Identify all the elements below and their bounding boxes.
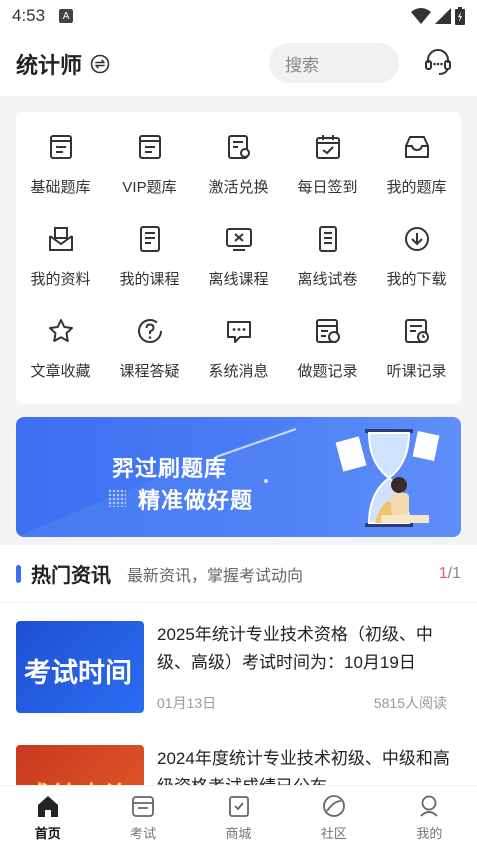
signal-icon — [435, 8, 451, 24]
listen-record-icon — [404, 319, 429, 343]
news-page-total: /1 — [447, 565, 461, 582]
status-time: 4:53 — [12, 6, 46, 25]
activate-icon — [227, 135, 250, 159]
search-placeholder: 搜索 — [285, 55, 319, 75]
hot-news-section: 热门资讯 最新资讯，掌握考试动向 1/1 考试时间 2025年统计专业技术资格（… — [0, 545, 477, 837]
news-thumbnail-text: 考试时间 — [24, 658, 132, 688]
news-title: 热门资讯 — [31, 565, 111, 587]
tab-profile[interactable]: 我的 — [382, 786, 477, 848]
question-icon — [137, 319, 162, 343]
grid-item-label: 我的下载 — [386, 271, 447, 288]
offline-course-icon — [225, 228, 252, 251]
offline-paper-icon — [318, 226, 337, 252]
banner-line2: 精准做好题 — [138, 488, 254, 513]
grid-item-label: 听课记录 — [386, 363, 447, 380]
star-icon — [48, 319, 73, 342]
wifi-icon — [411, 8, 431, 24]
calendar-check-icon — [315, 135, 340, 159]
grid-item-course-qa[interactable]: 课程答疑 — [105, 316, 194, 408]
grid-item-my-courses[interactable]: 我的课程 — [105, 224, 194, 316]
grid-item-vip-bank[interactable]: VIP题库 — [105, 132, 194, 224]
switch-subject-icon[interactable] — [90, 54, 110, 74]
mail-doc-icon — [48, 227, 73, 251]
grid-item-checkin[interactable]: 每日签到 — [283, 132, 372, 224]
tab-home[interactable]: 首页 — [0, 786, 95, 848]
grid-item-label: 基础题库 — [30, 179, 91, 196]
tab-exam[interactable]: 考试 — [95, 786, 190, 848]
grid-item-label: 系统消息 — [208, 363, 269, 380]
grid-item-offline-courses[interactable]: 离线课程 — [194, 224, 283, 316]
grid-item-label: 我的资料 — [30, 271, 91, 288]
grid-item-label: 课程答疑 — [119, 363, 180, 380]
grid-item-label: 离线课程 — [208, 271, 269, 288]
news-pager: 1/1 — [439, 565, 461, 583]
tab-label: 社区 — [320, 826, 347, 841]
shop-icon — [228, 796, 249, 817]
tab-label: 考试 — [130, 826, 157, 841]
tab-shop[interactable]: 商城 — [191, 786, 286, 848]
book-icon — [49, 135, 72, 159]
hourglass-illustration — [335, 429, 440, 527]
grid-item-downloads[interactable]: 我的下载 — [372, 224, 461, 316]
bottom-tab-bar: 首页 考试 商城 社区 我的 — [0, 785, 477, 848]
news-thumbnail: 考试时间 — [16, 621, 144, 713]
record-icon — [315, 319, 340, 343]
profile-icon — [420, 795, 438, 817]
app-header: 统计师 搜索 — [0, 32, 477, 96]
grid-item-label: 离线试卷 — [297, 271, 358, 288]
function-grid: 基础题库 VIP题库 激活兑换 每日签到 我的题库 我的资料 我的课程 离线课程… — [16, 112, 461, 408]
grid-item-messages[interactable]: 系统消息 — [194, 316, 283, 408]
community-icon — [323, 795, 345, 817]
grid-item-label: 激活兑换 — [208, 179, 269, 196]
function-grid-card: 基础题库 VIP题库 激活兑换 每日签到 我的题库 我的资料 我的课程 离线课程… — [16, 112, 461, 404]
grid-item-basic-bank[interactable]: 基础题库 — [16, 132, 105, 224]
vip-book-icon — [138, 135, 161, 159]
banner-dots — [108, 489, 126, 507]
grid-item-label: 我的课程 — [119, 271, 180, 288]
grid-item-label: 每日签到 — [297, 179, 358, 196]
tab-community[interactable]: 社区 — [286, 786, 381, 848]
promo-banner[interactable]: 羿过刷题库 精准做好题 — [16, 417, 461, 537]
news-subtitle: 最新资讯，掌握考试动向 — [127, 567, 304, 585]
grid-item-label: 做题记录 — [297, 363, 358, 380]
grid-item-practice-record[interactable]: 做题记录 — [283, 316, 372, 408]
tab-label: 商城 — [225, 826, 252, 841]
notification-a-icon: A — [59, 9, 74, 23]
news-item-date: 01月13日 — [157, 695, 217, 711]
banner-line1: 羿过刷题库 — [112, 456, 228, 481]
news-page-current: 1 — [438, 565, 448, 582]
exam-icon — [132, 796, 155, 817]
customer-service-icon[interactable] — [422, 46, 454, 78]
grid-item-activate[interactable]: 激活兑换 — [194, 132, 283, 224]
tray-icon — [404, 136, 429, 158]
grid-item-my-materials[interactable]: 我的资料 — [16, 224, 105, 316]
news-item-reads: 5815人阅读 — [373, 695, 447, 711]
battery-icon — [455, 7, 465, 25]
news-header: 热门资讯 最新资讯，掌握考试动向 1/1 — [0, 545, 477, 603]
grid-item-label: 文章收藏 — [30, 363, 91, 380]
search-input[interactable]: 搜索 — [269, 43, 399, 83]
news-item[interactable]: 考试时间 2025年统计专业技术资格（初级、中级、高级）考试时间为：10月19日… — [16, 621, 461, 716]
grid-item-listening-record[interactable]: 听课记录 — [372, 316, 461, 408]
status-right — [411, 7, 465, 25]
home-icon — [37, 796, 58, 817]
grid-item-favorites[interactable]: 文章收藏 — [16, 316, 105, 408]
message-icon — [226, 321, 251, 343]
grid-item-label: VIP题库 — [122, 179, 177, 196]
tab-label: 我的 — [416, 826, 443, 841]
grid-item-label: 我的题库 — [386, 179, 447, 196]
news-accent-bar — [16, 564, 21, 583]
news-item-title: 2025年统计专业技术资格（初级、中级、高级）考试时间为：10月19日 — [157, 625, 433, 672]
grid-item-offline-papers[interactable]: 离线试卷 — [283, 224, 372, 316]
page-title: 统计师 — [16, 53, 83, 78]
tab-label: 首页 — [34, 826, 61, 841]
download-icon — [404, 227, 429, 251]
course-icon — [139, 226, 160, 252]
status-bar: 4:53 A — [0, 0, 477, 32]
grid-item-my-bank[interactable]: 我的题库 — [372, 132, 461, 224]
